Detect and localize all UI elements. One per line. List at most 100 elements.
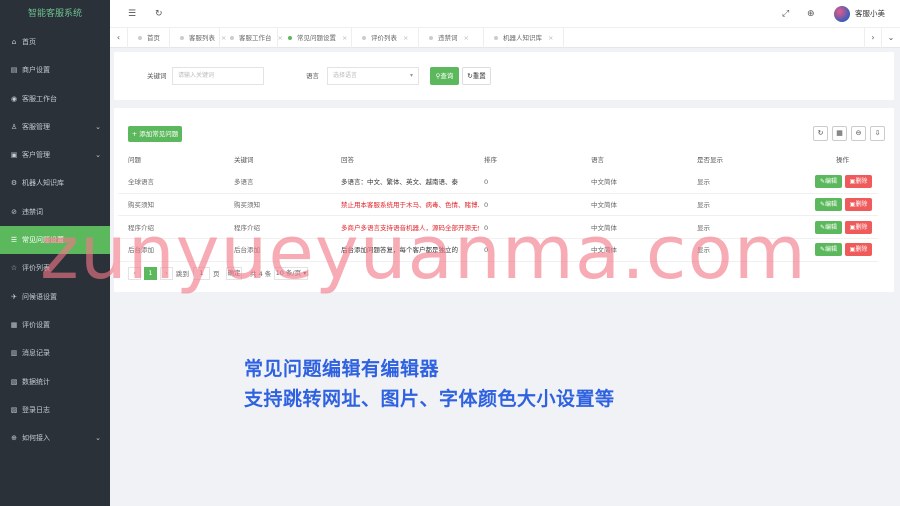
refresh-icon[interactable]: ↻ [155,0,163,28]
sidebar-item[interactable]: ▦ 评价设置 [0,311,110,339]
sidebar-item[interactable]: ⊕ 如何接入 ⌄ [0,424,110,452]
chevron-down-icon: ⌄ [95,151,101,160]
tab-dot-icon [494,36,498,40]
sidebar-item[interactable]: ♙ 客服管理 ⌄ [0,113,110,141]
sidebar-item[interactable]: ▥ 消息记录 [0,339,110,367]
column-header: 排序 [484,156,497,164]
menu-icon: ☆ [10,264,18,273]
delete-button[interactable]: ▣删除 [845,175,872,188]
sidebar-item[interactable]: ▨ 登录日志 [0,396,110,424]
sidebar-item-label: 客服管理 [22,122,50,131]
sidebar-item-label: 消息记录 [22,349,50,358]
sidebar-item[interactable]: ▧ 数据统计 [0,368,110,396]
fullscreen-icon[interactable]: ⤢ [782,0,789,28]
topbar: ☰ ↻ ⤢ ⊕ 客服小美 [110,0,900,28]
tab-label: 首页 [147,34,160,42]
tab-dot-icon [362,36,366,40]
globe-icon[interactable]: ⊕ [807,0,815,28]
print-icon[interactable]: ⊖ [851,126,866,141]
tab-close-menu-icon[interactable]: ⌄ [882,28,900,48]
close-icon[interactable]: × [403,34,408,42]
close-icon[interactable]: × [464,34,469,42]
export-icon[interactable]: ⇩ [870,126,885,141]
tab-label: 评价列表 [371,34,397,42]
tab[interactable]: 客服列表 × [170,28,226,48]
cell-question: 全球语言 [128,178,154,186]
reset-button-label: 重置 [472,72,486,80]
avatar[interactable] [834,6,850,22]
close-icon[interactable]: × [548,34,553,42]
keyword-input[interactable]: 请输入关键词 [172,67,264,85]
menu-icon: ⌂ [11,38,17,46]
tab-dot-icon [230,36,234,40]
close-icon[interactable]: × [342,34,347,42]
delete-button[interactable]: ▣删除 [845,220,872,234]
menu-icon: ✈ [11,292,17,301]
menu-toggle-icon[interactable]: ☰ [128,0,136,28]
search-button[interactable]: ⚲查询 [430,67,459,85]
sidebar-item-label: 客户管理 [22,151,50,160]
tab[interactable]: 违禁词 × [419,28,484,48]
tab-dot-icon [180,36,184,40]
promo-caption-line1: 常见问题编辑有编辑器 [244,358,440,380]
cell-show: 显示 [697,178,710,186]
edit-button[interactable]: ✎编辑 [815,175,842,188]
tab-scroll-left-icon[interactable]: ‹ [110,28,128,48]
chevron-down-icon: ▾ [409,72,413,79]
tab[interactable]: 机器人知识库 × [484,28,564,48]
chevron-down-icon: ⌄ [95,434,101,443]
sidebar-item-label: 客服工作台 [22,94,57,103]
tab[interactable]: 评价列表 × [352,28,419,48]
tab[interactable]: 首页 [128,28,170,48]
username[interactable]: 客服小美 [855,0,885,28]
watermark: zunyueyuanma.com [40,210,807,296]
menu-icon: ☰ [10,236,18,245]
menu-icon: ▤ [10,66,18,75]
columns-icon[interactable]: ▦ [832,126,847,141]
menu-icon: ▨ [10,405,18,414]
tab-label: 客服工作台 [239,34,272,42]
table-row: 全球语言 多语言 多语言：中文、繁体、英文、越南语、泰 0 中文简体 显示 ✎编辑 ▣删除 [118,171,878,194]
column-header: 问题 [128,156,141,164]
sidebar-item[interactable]: ⌂ 首页 [0,28,110,56]
tab-scroll-right-icon[interactable]: › [864,28,882,48]
add-question-button[interactable]: + 添加常见问题 [128,126,182,142]
tab-dot-icon [429,36,433,40]
tab[interactable]: 客服工作台 × [220,28,283,48]
menu-icon: ⊕ [11,434,17,443]
column-header: 操作 [836,156,849,164]
reset-button[interactable]: ↻重置 [462,67,491,85]
menu-icon: ♙ [10,122,18,131]
menu-icon: ▧ [10,377,18,386]
cell-sort: 0 [484,178,489,186]
menu-icon: ▣ [10,151,18,160]
edit-button[interactable]: ✎编辑 [815,243,842,257]
menu-icon: ⊘ [11,207,17,216]
cell-answer: 多语言：中文、繁体、英文、越南语、泰 [341,178,458,186]
delete-button[interactable]: ▣删除 [845,243,872,257]
column-header: 关键词 [234,156,254,164]
sidebar-item-label: 如何接入 [22,434,50,443]
sidebar-item-label: 数据统计 [22,377,50,386]
sidebar-item-label: 评价设置 [22,320,50,329]
sidebar-item-label: 登录日志 [22,405,50,414]
edit-button[interactable]: ✎编辑 [815,220,842,234]
tab-dot-icon [288,36,292,40]
menu-icon: ◉ [10,94,18,103]
delete-button[interactable]: ▣删除 [845,197,872,211]
refresh-table-icon[interactable]: ↻ [813,126,828,141]
tab-label: 机器人知识库 [503,34,542,42]
edit-button[interactable]: ✎编辑 [815,197,842,211]
cell-lang: 中文简体 [591,178,617,186]
sidebar-item-label: 首页 [22,38,36,46]
sidebar-item[interactable]: ◉ 客服工作台 [0,85,110,113]
lang-select[interactable]: 选择语言 ▾ [327,67,419,85]
sidebar-item[interactable]: ▣ 客户管理 ⌄ [0,141,110,169]
app-brand: 智能客服系统 [27,9,82,19]
sidebar-item[interactable]: ▤ 商户设置 [0,56,110,84]
column-header: 是否显示 [697,156,723,164]
menu-icon: ⚙ [10,179,18,188]
sidebar-item[interactable]: ⚙ 机器人知识库 [0,169,110,197]
column-header: 语言 [591,156,604,164]
tab[interactable]: 常见问题设置 × [278,28,352,48]
